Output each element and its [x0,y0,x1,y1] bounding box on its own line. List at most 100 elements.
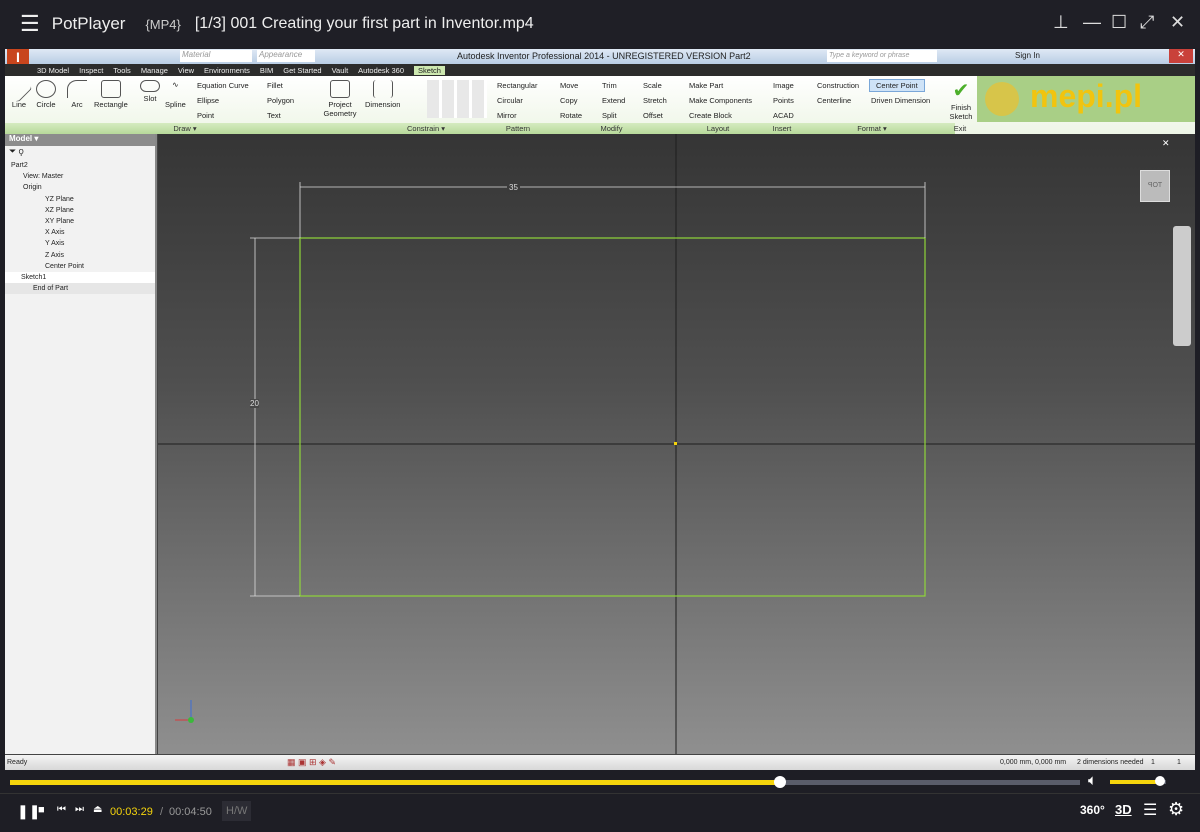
hw-decoder-button[interactable]: H/W [222,801,252,821]
tree-item-y-axis[interactable]: Y Axis [5,238,155,249]
tree-item-part2[interactable]: Part2 [5,160,155,171]
menu-icon[interactable]: ☰ [20,11,40,37]
browser-header[interactable]: Model ▾ [5,134,155,146]
fillet-button[interactable]: Fillet [267,81,283,90]
copy-button[interactable]: Copy [560,96,578,105]
tab-manage[interactable]: Manage [141,66,168,75]
seek-bar[interactable] [10,776,1080,788]
tree-item-yz-plane[interactable]: YZ Plane [5,194,155,205]
move-button[interactable]: Move [560,81,578,90]
tab-get-started[interactable]: Get Started [283,66,321,75]
acad-button[interactable]: ACAD [773,111,794,120]
tab-autodesk-360[interactable]: Autodesk 360 [358,66,404,75]
tab-bim[interactable]: BIM [260,66,273,75]
tree-item-end-of-part[interactable]: End of Part [5,283,155,295]
mirror-button[interactable]: Mirror [497,111,517,120]
circle-button[interactable]: Circle [36,80,56,109]
equation-curve-button[interactable]: Equation Curve [197,81,249,90]
make-part-button[interactable]: Make Part [689,81,723,90]
scale-button[interactable]: Scale [643,81,662,90]
height-dimension-value[interactable]: 20 [250,399,259,408]
centerline-button[interactable]: Centerline [817,96,851,105]
pin-icon[interactable]: ⊥ [1053,12,1069,33]
arc-button[interactable]: Arc [67,80,87,109]
status-tool-icons[interactable]: ▦ ▣ ⊞ ◈ ✎ [287,757,336,768]
center-point-button[interactable]: Center Point [869,79,925,92]
maximize-icon[interactable]: ☐ [1111,12,1127,33]
tree-item-view-master[interactable]: View: Master [5,171,155,182]
seek-handle[interactable] [774,776,787,788]
fullscreen-icon[interactable]: ⤢ [1140,12,1154,33]
create-block-button[interactable]: Create Block [689,111,732,120]
settings-gear-icon[interactable]: ⚙ [1168,799,1184,820]
sign-in-link[interactable]: Sign In [1015,51,1040,60]
polygon-button[interactable]: Polygon [267,96,294,105]
dimension-button[interactable]: Dimension [365,80,400,109]
rectangular-pattern-button[interactable]: Rectangular [497,81,537,90]
view-cube[interactable]: TOP [1140,170,1170,202]
text-button[interactable]: Text [267,111,281,120]
playlist-icon[interactable]: ☰ [1143,800,1157,820]
viewport-close-icon[interactable]: ✕ [1162,138,1170,149]
construction-button[interactable]: Construction [817,81,859,90]
find-icon[interactable]: ⚲ [19,146,24,156]
navigation-bar[interactable] [1173,226,1191,346]
ellipse-button[interactable]: Ellipse [197,96,219,105]
next-button[interactable]: ⏭ [75,804,84,815]
width-dimension-value[interactable]: 35 [507,183,520,192]
minimize-icon[interactable]: — [1083,12,1101,33]
tab-sketch[interactable]: Sketch [414,65,445,75]
trim-button[interactable]: Trim [602,81,617,90]
tab-vault[interactable]: Vault [332,66,349,75]
make-components-button[interactable]: Make Components [689,96,752,105]
appearance-select[interactable]: Appearance [257,50,315,62]
previous-button[interactable]: ⏮ [57,804,66,815]
stop-button[interactable]: ■ [38,804,45,816]
tree-item-center-point[interactable]: Center Point [5,261,155,272]
eject-button[interactable]: ⏏ [93,804,102,815]
spline-button[interactable]: ∿ Spline [165,80,186,109]
finish-sketch-button[interactable]: ✔ Finish Sketch [949,78,973,121]
circular-pattern-button[interactable]: Circular [497,96,523,105]
volume-handle[interactable] [1155,776,1166,786]
pause-button[interactable]: ❚❚ [17,803,40,820]
sketch-canvas[interactable] [158,134,1195,754]
3d-button[interactable]: 3D [1115,802,1132,817]
filter-icon[interactable]: ⏷ [9,146,16,156]
draw-panel-label[interactable]: Draw ▾ [5,124,365,133]
rectangle-button[interactable]: Rectangle [94,80,128,109]
constraint-buttons[interactable] [427,80,487,118]
tree-item-z-axis[interactable]: Z Axis [5,250,155,261]
volume-slider[interactable] [1110,776,1166,786]
graphics-viewport[interactable]: 35 20 TOP ✕ [158,134,1195,754]
driven-dimension-button[interactable]: Driven Dimension [871,96,930,105]
tree-item-xz-plane[interactable]: XZ Plane [5,205,155,216]
tree-item-sketch1[interactable]: Sketch1 [5,272,155,284]
360-button[interactable]: 360° [1080,803,1105,817]
tab-tools[interactable]: Tools [113,66,131,75]
close-icon[interactable]: ✕ [1170,12,1185,33]
inventor-close-button[interactable]: ✕ [1169,49,1193,63]
offset-button[interactable]: Offset [643,111,663,120]
slot-button[interactable]: Slot [140,80,160,103]
stretch-button[interactable]: Stretch [643,96,667,105]
image-button[interactable]: Image [773,81,794,90]
line-button[interactable]: Line [5,75,33,109]
project-geometry-button[interactable]: Project Geometry [321,80,359,118]
search-input[interactable]: Type a keyword or phrase [827,50,937,62]
extend-button[interactable]: Extend [602,96,625,105]
tree-item-x-axis[interactable]: X Axis [5,227,155,238]
tab-environments[interactable]: Environments [204,66,250,75]
split-button[interactable]: Split [602,111,617,120]
rotate-button[interactable]: Rotate [560,111,582,120]
point-button[interactable]: Point [197,111,214,120]
volume-icon[interactable]: 🔈︎ [1088,772,1097,789]
tab-view[interactable]: View [178,66,194,75]
tab-inspect[interactable]: Inspect [79,66,103,75]
format-panel-label[interactable]: Format ▾ [802,124,942,133]
tree-item-xy-plane[interactable]: XY Plane [5,216,155,227]
constrain-panel-label[interactable]: Constrain ▾ [365,124,487,133]
material-select[interactable]: Material [180,50,252,62]
tab-3d-model[interactable]: 3D Model [37,66,69,75]
points-button[interactable]: Points [773,96,794,105]
